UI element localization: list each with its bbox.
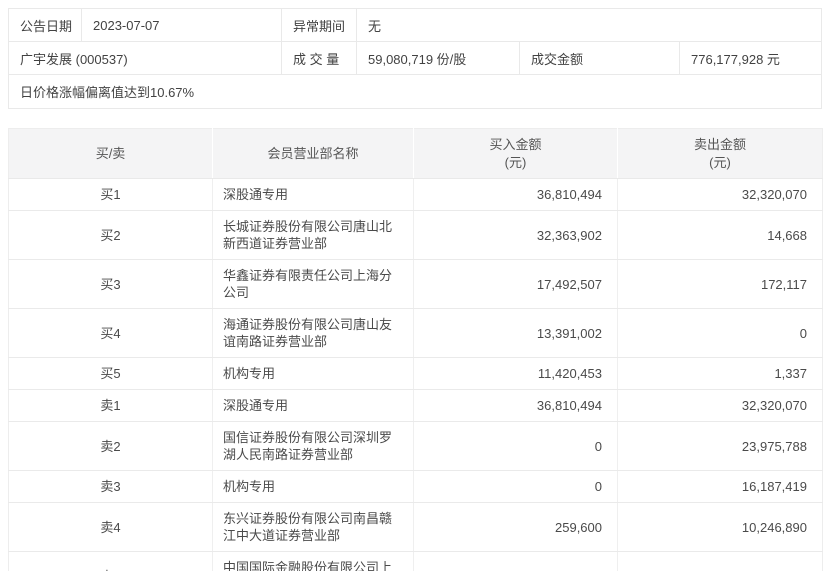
broker-table-body: 买1 深股通专用 36,810,494 32,320,070 买2 长城证券股份… xyxy=(8,178,823,571)
table-row: 买4 海通证券股份有限公司唐山友谊南路证券营业部 13,391,002 0 xyxy=(8,308,823,358)
table-row: 卖4 东兴证券股份有限公司南昌赣江中大道证券营业部 259,600 10,246… xyxy=(8,502,823,552)
table-row: 买3 华鑫证券有限责任公司上海分公司 17,492,507 172,117 xyxy=(8,259,823,309)
buy-amount-cell: 0 xyxy=(413,421,618,471)
table-row: 卖2 国信证券股份有限公司深圳罗湖人民南路证券营业部 0 23,975,788 xyxy=(8,421,823,471)
sell-amount-cell: 14,668 xyxy=(617,210,823,260)
col-header-sell: 卖出金额 (元) xyxy=(617,128,823,179)
summary-row-1: 公告日期 2023-07-07 异常期间 无 xyxy=(9,9,821,42)
page: 公告日期 2023-07-07 异常期间 无 广宇发展 (000537) 成 交… xyxy=(0,0,830,571)
buy-amount-cell: 7,419,072 xyxy=(413,551,618,571)
col-header-broker-label: 会员营业部名称 xyxy=(267,145,359,161)
header-row: 买/卖 会员营业部名称 买入金额 (元) 卖出金额 (元) xyxy=(8,128,823,179)
sell-amount-cell: 10,246,890 xyxy=(617,502,823,552)
broker-cell: 机构专用 xyxy=(212,470,414,503)
table-row: 卖3 机构专用 0 16,187,419 xyxy=(8,470,823,503)
buy-amount-cell: 32,363,902 xyxy=(413,210,618,260)
table-row: 买5 机构专用 11,420,453 1,337 xyxy=(8,357,823,390)
abnormal-period-value: 无 xyxy=(356,9,821,41)
sell-amount-cell: 172,117 xyxy=(617,259,823,309)
col-header-side: 买/卖 xyxy=(8,128,213,179)
turnover-value: 776,177,928 元 xyxy=(679,42,821,74)
buy-amount-cell: 36,810,494 xyxy=(413,178,618,211)
col-header-sell-sub: (元) xyxy=(709,154,731,170)
table-row: 卖5 中国国际金融股份有限公司上海分公司 7,419,072 9,165,845 xyxy=(8,551,823,571)
side-cell: 买2 xyxy=(8,210,213,260)
table-row: 买1 深股通专用 36,810,494 32,320,070 xyxy=(8,178,823,211)
broker-table: 买/卖 会员营业部名称 买入金额 (元) 卖出金额 (元) 买1 深股通专用 3… xyxy=(8,128,823,571)
col-header-side-label: 买/卖 xyxy=(95,145,126,161)
volume-value: 59,080,719 份/股 xyxy=(356,42,519,74)
broker-cell: 东兴证券股份有限公司南昌赣江中大道证券营业部 xyxy=(212,502,414,552)
table-row: 卖1 深股通专用 36,810,494 32,320,070 xyxy=(8,389,823,422)
col-header-buy-label: 买入金额 xyxy=(489,136,542,152)
announce-date-value: 2023-07-07 xyxy=(81,9,281,41)
sell-amount-cell: 0 xyxy=(617,308,823,358)
broker-table-head: 买/卖 会员营业部名称 买入金额 (元) 卖出金额 (元) xyxy=(8,128,823,179)
side-cell: 买5 xyxy=(8,357,213,390)
side-cell: 买3 xyxy=(8,259,213,309)
announce-date-label: 公告日期 xyxy=(20,18,73,34)
summary-panel: 公告日期 2023-07-07 异常期间 无 广宇发展 (000537) 成 交… xyxy=(8,8,822,109)
side-cell: 卖1 xyxy=(8,389,213,422)
side-cell: 卖3 xyxy=(8,470,213,503)
sell-amount-cell: 16,187,419 xyxy=(617,470,823,503)
side-cell: 买4 xyxy=(8,308,213,358)
turnover-label: 成交金额 xyxy=(519,42,679,74)
broker-cell: 中国国际金融股份有限公司上海分公司 xyxy=(212,551,414,571)
col-header-broker: 会员营业部名称 xyxy=(212,128,414,179)
deviation-note: 日价格涨幅偏离值达到10.67% xyxy=(20,85,195,100)
volume-label: 成 交 量 xyxy=(281,42,356,74)
sell-amount-cell: 9,165,845 xyxy=(617,551,823,571)
broker-cell: 深股通专用 xyxy=(212,389,414,422)
col-header-sell-label: 卖出金额 xyxy=(693,136,746,152)
side-cell: 卖4 xyxy=(8,502,213,552)
stock-title: 广宇发展 (000537) xyxy=(20,51,128,67)
sell-amount-cell: 32,320,070 xyxy=(617,178,823,211)
broker-cell: 海通证券股份有限公司唐山友谊南路证券营业部 xyxy=(212,308,414,358)
table-row: 买2 长城证券股份有限公司唐山北新西道证券营业部 32,363,902 14,6… xyxy=(8,210,823,260)
sell-amount-cell: 23,975,788 xyxy=(617,421,823,471)
buy-amount-cell: 13,391,002 xyxy=(413,308,618,358)
summary-row-2: 广宇发展 (000537) 成 交 量 59,080,719 份/股 成交金额 … xyxy=(9,42,821,75)
summary-row-3: 日价格涨幅偏离值达到10.67% xyxy=(9,75,821,108)
abnormal-period-label: 异常期间 xyxy=(281,9,356,41)
buy-amount-cell: 17,492,507 xyxy=(413,259,618,309)
broker-cell: 华鑫证券有限责任公司上海分公司 xyxy=(212,259,414,309)
sell-amount-cell: 1,337 xyxy=(617,357,823,390)
buy-amount-cell: 0 xyxy=(413,470,618,503)
side-cell: 卖5 xyxy=(8,551,213,571)
sell-amount-cell: 32,320,070 xyxy=(617,389,823,422)
buy-amount-cell: 259,600 xyxy=(413,502,618,552)
side-cell: 卖2 xyxy=(8,421,213,471)
col-header-buy-sub: (元) xyxy=(504,154,527,170)
broker-cell: 长城证券股份有限公司唐山北新西道证券营业部 xyxy=(212,210,414,260)
buy-amount-cell: 11,420,453 xyxy=(413,357,618,390)
broker-cell: 机构专用 xyxy=(212,357,414,390)
col-header-buy: 买入金额 (元) xyxy=(413,128,618,179)
buy-amount-cell: 36,810,494 xyxy=(413,389,618,422)
broker-cell: 深股通专用 xyxy=(212,178,414,211)
side-cell: 买1 xyxy=(8,178,213,211)
broker-cell: 国信证券股份有限公司深圳罗湖人民南路证券营业部 xyxy=(212,421,414,471)
